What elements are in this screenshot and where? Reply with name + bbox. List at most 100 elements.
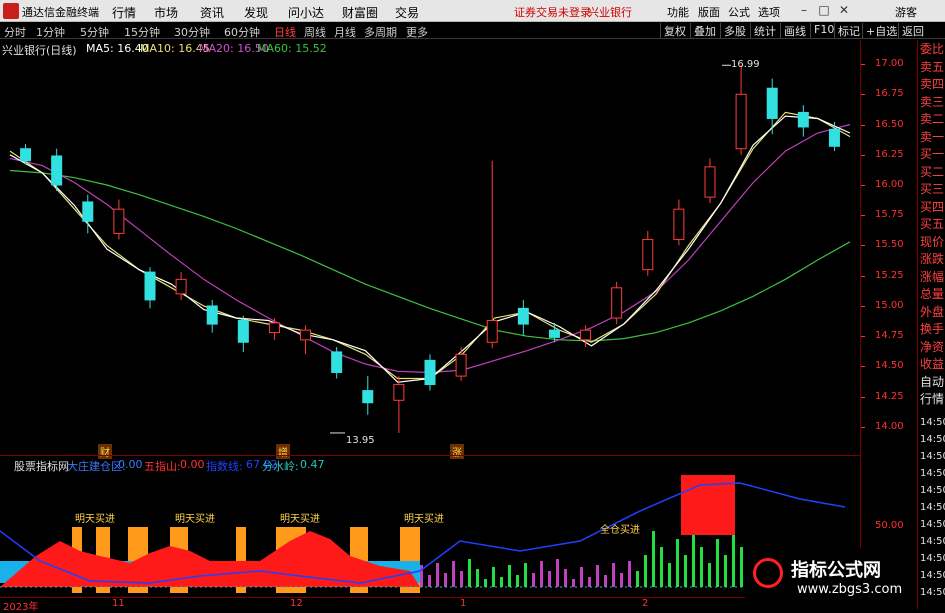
menu-discover[interactable]: 发现: [244, 4, 268, 21]
volume-bar: [476, 569, 479, 587]
price-tick: 15.75: [875, 209, 904, 221]
volume-bar: [492, 567, 495, 587]
signal-buy-3: 明天买进: [404, 514, 444, 525]
volume-bar: [548, 571, 551, 587]
period-15min[interactable]: 15分钟: [124, 24, 160, 40]
volume-bar: [636, 571, 639, 587]
menu-ask[interactable]: 问小达: [288, 4, 324, 21]
guest-login[interactable]: 游客: [895, 4, 917, 20]
ma60-line: [9, 169, 851, 342]
side-field-19[interactable]: 自动: [920, 375, 944, 390]
app-name: 通达信金融终端: [22, 6, 99, 19]
menu-function[interactable]: 功能: [667, 4, 689, 20]
volume-bar: [540, 561, 543, 587]
price-tick-mark: [861, 64, 865, 66]
volume-bar: [516, 575, 519, 587]
volume-bar: [692, 531, 695, 587]
tool-statistics[interactable]: 统计: [750, 23, 779, 38]
side-time-10: 14:50: [920, 587, 945, 598]
side-field-0: 委比: [920, 42, 945, 56]
tool-restore-rights[interactable]: 复权: [660, 23, 689, 38]
price-tick: 16.00: [875, 179, 904, 190]
menu-quotes[interactable]: 行情: [112, 4, 136, 21]
period-weekly[interactable]: 周线: [304, 24, 326, 40]
volume-bar: [428, 575, 431, 587]
menu-layout[interactable]: 版面: [698, 4, 720, 20]
menu-formula[interactable]: 公式: [728, 4, 750, 20]
kline-chart[interactable]: [0, 56, 860, 453]
signal-full-position: 全仓买进: [600, 525, 640, 536]
candle-body: [797, 111, 809, 128]
ind-axis-tick: 50.00: [875, 520, 904, 531]
price-tick-mark: [861, 94, 865, 96]
candle-body: [393, 384, 405, 401]
volume-bar: [732, 531, 735, 587]
side-field-11: 现价: [920, 234, 945, 249]
price-tick: 15.50: [875, 239, 904, 251]
side-time-7: 14:50: [920, 536, 945, 547]
tool-draw-line[interactable]: 画线: [780, 23, 809, 38]
period-60min[interactable]: 60分钟: [224, 24, 260, 40]
price-tick: 14.75: [875, 330, 904, 342]
menu-options[interactable]: 选项: [758, 4, 780, 20]
close-icon[interactable]: ✕: [835, 2, 853, 19]
maximize-icon[interactable]: □: [815, 2, 833, 19]
volume-bar: [484, 579, 487, 587]
tool-add-favorite[interactable]: +自选: [862, 23, 900, 38]
volume-bar: [740, 547, 743, 587]
volume-bar: [452, 561, 455, 587]
candle-body: [237, 319, 249, 343]
side-field-13: 涨幅: [920, 269, 945, 284]
price-tick: 15.25: [875, 269, 904, 281]
volume-bar: [556, 559, 559, 587]
side-time-4: 14:50: [920, 485, 945, 496]
volume-bar: [652, 531, 655, 587]
period-multi[interactable]: 多周期: [364, 24, 397, 40]
side-field-17: 净资: [920, 339, 945, 354]
tool-back[interactable]: 返回: [898, 23, 927, 38]
price-tick: 15.00: [875, 299, 904, 311]
period-30min[interactable]: 30分钟: [174, 24, 210, 40]
high-price-label: 16.99: [731, 59, 760, 70]
side-field-20[interactable]: 行情: [920, 392, 944, 407]
volume-bar: [564, 569, 567, 587]
price-tick-mark: [861, 215, 865, 217]
side-field-1: 卖五: [920, 59, 945, 74]
candle-body: [548, 329, 560, 338]
volume-bar: [612, 563, 615, 587]
tool-multi-stock[interactable]: 多股: [720, 23, 749, 38]
current-stock-name: 兴业银行: [588, 6, 632, 19]
watermark-logo-icon: [753, 558, 783, 588]
period-more[interactable]: 更多: [406, 24, 428, 40]
candle-body: [642, 238, 654, 271]
volume-bar: [596, 565, 599, 587]
date-tick-1: 11: [112, 598, 125, 609]
period-1min[interactable]: 1分钟: [36, 24, 65, 40]
tool-overlay[interactable]: 叠加: [690, 23, 719, 38]
menu-wealth[interactable]: 财富圈: [342, 4, 378, 21]
period-monthly[interactable]: 月线: [334, 24, 356, 40]
date-tick-4: 2: [642, 598, 649, 609]
period-tick[interactable]: 分时: [4, 24, 26, 40]
candle-body: [486, 319, 498, 343]
indicator-chart[interactable]: [0, 471, 860, 597]
candle-body: [455, 353, 467, 377]
period-daily[interactable]: 日线: [274, 24, 296, 40]
tool-mark[interactable]: 标记: [834, 23, 863, 38]
candle-body: [82, 201, 94, 222]
trade-login-warning[interactable]: 证券交易未登录: [514, 4, 591, 20]
menu-market[interactable]: 市场: [154, 4, 178, 21]
menu-trade[interactable]: 交易: [395, 4, 419, 21]
menu-news[interactable]: 资讯: [200, 4, 224, 21]
side-field-6: 买一: [920, 147, 945, 161]
side-field-18: 收益: [920, 357, 945, 371]
side-field-8: 买三: [920, 182, 945, 196]
volume-bar: [700, 547, 703, 587]
period-toolbar: 分时 1分钟 5分钟 15分钟 30分钟 60分钟 日线 周线 月线 多周期 更…: [0, 22, 945, 39]
candle-body: [362, 390, 374, 404]
minimize-icon[interactable]: –: [795, 2, 813, 19]
price-axis: 17.00 16.75 16.50 16.25 16.00 15.75 15.50 15.25…: [860, 40, 917, 453]
volume-bar: [572, 579, 575, 587]
period-5min[interactable]: 5分钟: [80, 24, 109, 40]
volume-bar: [668, 563, 671, 587]
